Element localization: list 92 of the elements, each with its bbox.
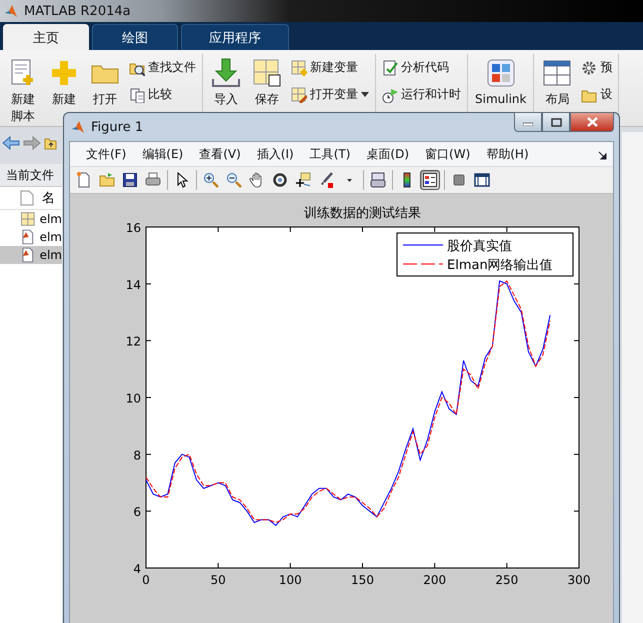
ribbon-tab[interactable]: 主页 bbox=[3, 24, 89, 50]
legend-icon bbox=[422, 172, 438, 188]
ribbon-button[interactable]: 分析代码 bbox=[379, 56, 464, 79]
link-icon bbox=[370, 172, 386, 188]
ribbon-button[interactable]: 设 bbox=[578, 83, 616, 106]
tick-label: 4 bbox=[133, 562, 141, 576]
menu-item[interactable]: 插入(I) bbox=[248, 146, 302, 162]
zoom-in-button[interactable] bbox=[201, 170, 221, 190]
tick-label: 10 bbox=[126, 392, 141, 406]
file-row[interactable]: elm bbox=[0, 210, 62, 228]
square-icon bbox=[451, 172, 467, 188]
tick-label: 100 bbox=[278, 573, 302, 587]
menu-item[interactable]: 工具(T) bbox=[302, 146, 358, 162]
legend-button[interactable] bbox=[420, 170, 440, 190]
save-button[interactable] bbox=[120, 170, 140, 190]
app-title: MATLAB R2014a bbox=[24, 4, 131, 18]
menu-item[interactable]: 窗口(W) bbox=[417, 146, 478, 162]
tick-label: 12 bbox=[126, 334, 141, 349]
tick-label: 50 bbox=[210, 573, 226, 587]
ribbon-button[interactable]: 运行和计时 bbox=[379, 83, 464, 106]
matlab-logo-icon bbox=[4, 4, 18, 18]
analyze-code-icon bbox=[382, 60, 398, 76]
file-row[interactable]: elm bbox=[0, 246, 62, 264]
block-diagram-icon bbox=[484, 57, 517, 89]
back-arrow-icon[interactable] bbox=[2, 135, 20, 151]
ribbon-button[interactable]: 新建脚本 bbox=[3, 54, 43, 128]
save-workspace-icon bbox=[251, 57, 283, 89]
ribbon-button[interactable]: 打开 bbox=[85, 54, 125, 111]
close-icon bbox=[586, 117, 598, 127]
new-variable-icon bbox=[291, 60, 307, 76]
data-cursor-button[interactable] bbox=[293, 170, 313, 190]
compare-icon bbox=[129, 86, 145, 102]
window-icon bbox=[474, 172, 490, 188]
ribbon-button[interactable]: 新建变量 bbox=[288, 56, 372, 79]
ribbon-button[interactable]: 布局 bbox=[537, 54, 578, 111]
ribbon-button[interactable]: Simulink bbox=[471, 54, 530, 111]
new-file-icon bbox=[76, 172, 92, 188]
matlab-logo-icon bbox=[71, 120, 85, 134]
file-row[interactable]: elm bbox=[0, 228, 62, 246]
panel-title: 当前文件 bbox=[6, 166, 54, 184]
tick-label: 250 bbox=[495, 573, 518, 587]
tick-label: 200 bbox=[423, 573, 446, 587]
zoom-out-icon bbox=[226, 172, 242, 188]
ribbon-tab[interactable]: 应用程序 bbox=[181, 24, 289, 50]
zoom-in-icon bbox=[203, 172, 219, 188]
open-variable-icon bbox=[291, 86, 307, 102]
ribbon-button[interactable]: 预 bbox=[578, 56, 616, 79]
ribbon-tab[interactable]: 绘图 bbox=[92, 24, 178, 50]
ribbon-button[interactable]: 新建 bbox=[44, 54, 84, 111]
stopwatch-icon bbox=[382, 86, 398, 102]
maximize-button[interactable] bbox=[542, 112, 570, 132]
tick-label: 150 bbox=[351, 573, 374, 587]
tick-label: 8 bbox=[133, 448, 141, 462]
script-file-icon bbox=[20, 229, 36, 245]
column-header[interactable]: 名 bbox=[42, 189, 55, 207]
tick-label: 14 bbox=[126, 278, 141, 292]
ribbon-button[interactable]: 导入 bbox=[206, 54, 246, 111]
legend-label: Elman网络输出值 bbox=[447, 258, 553, 273]
ribbon-button[interactable]: 查找文件 bbox=[126, 56, 199, 79]
ribbon-button[interactable]: 打开变量 bbox=[288, 83, 372, 106]
import-icon bbox=[210, 57, 242, 89]
legend-label: 股价真实值 bbox=[447, 239, 512, 254]
menu-item[interactable]: 帮助(H) bbox=[478, 146, 537, 162]
tick-label: 300 bbox=[568, 573, 590, 587]
chart-title: 训练数据的测试结果 bbox=[304, 206, 421, 221]
window-title: Figure 1 bbox=[91, 120, 144, 134]
script-file-icon bbox=[20, 247, 36, 263]
gear-icon bbox=[581, 60, 598, 76]
zoom-out-button[interactable] bbox=[224, 170, 244, 190]
open-folder-icon bbox=[99, 172, 115, 188]
ribbon-button[interactable]: 保存 bbox=[247, 54, 287, 111]
menu-item[interactable]: 查看(V) bbox=[191, 146, 249, 162]
table-file-icon bbox=[20, 211, 36, 227]
minimize-button[interactable] bbox=[514, 112, 542, 132]
maximize-icon bbox=[550, 118, 562, 126]
tick-label: 16 bbox=[126, 221, 141, 235]
tick-label: 6 bbox=[133, 505, 141, 520]
dock-arrow-icon[interactable] bbox=[598, 151, 607, 160]
blank-page-icon bbox=[20, 190, 34, 206]
print-icon bbox=[145, 172, 161, 188]
data-cursor-icon bbox=[295, 172, 311, 188]
link-button[interactable] bbox=[368, 170, 388, 190]
tick-label: 0 bbox=[142, 573, 150, 587]
menu-item[interactable]: 文件(F) bbox=[78, 146, 134, 162]
menu-item[interactable]: 桌面(D) bbox=[358, 146, 418, 162]
close-button[interactable] bbox=[570, 112, 614, 132]
caret-icon bbox=[361, 92, 369, 97]
save-icon bbox=[122, 172, 138, 188]
ribbon-button[interactable]: 比较 bbox=[126, 83, 199, 106]
menu-item[interactable]: 编辑(E) bbox=[134, 146, 192, 162]
caret-icon bbox=[346, 178, 352, 182]
rotate-icon bbox=[272, 172, 288, 188]
